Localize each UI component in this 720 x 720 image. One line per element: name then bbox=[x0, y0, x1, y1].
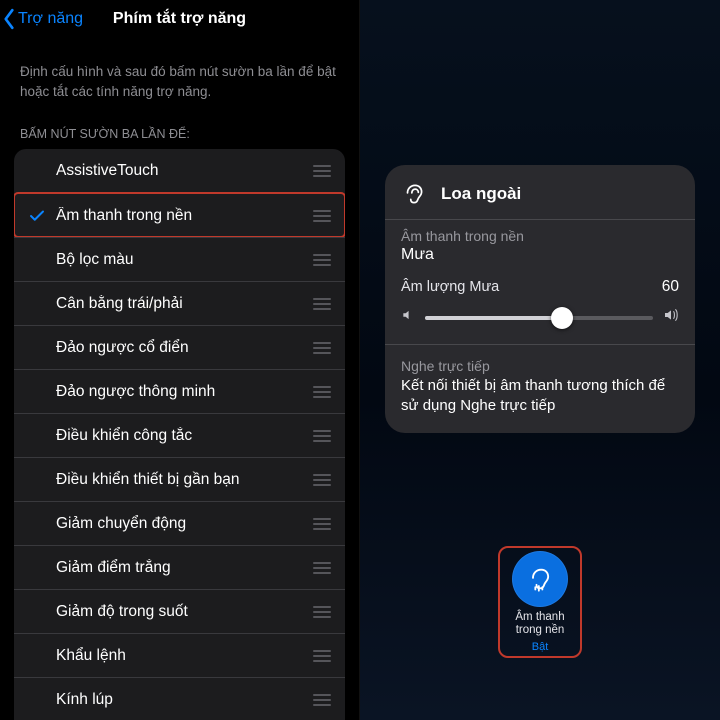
tile-icon-circle bbox=[512, 551, 568, 607]
shortcut-row[interactable]: Đảo ngược cổ điển bbox=[14, 325, 345, 369]
shortcut-row[interactable]: Cân bằng trái/phải bbox=[14, 281, 345, 325]
shortcut-row[interactable]: Điều khiển công tắc bbox=[14, 413, 345, 457]
section-header: BẤM NÚT SƯỜN BA LẦN ĐỂ: bbox=[0, 105, 359, 147]
speaker-low-icon bbox=[401, 308, 415, 327]
slider-track[interactable] bbox=[425, 316, 653, 320]
ear-icon bbox=[401, 179, 431, 209]
reorder-grip-icon[interactable] bbox=[313, 562, 345, 574]
volume-value: 60 bbox=[662, 278, 679, 296]
speaker-high-icon bbox=[663, 307, 679, 328]
row-label: Giảm độ trong suốt bbox=[56, 603, 313, 621]
hearing-card: Loa ngoài Âm thanh trong nền Mưa Âm lượn… bbox=[385, 165, 695, 433]
volume-label: Âm lượng Mưa bbox=[401, 279, 499, 295]
reorder-grip-icon[interactable] bbox=[313, 650, 345, 662]
row-label: Kính lúp bbox=[56, 691, 313, 709]
shortcut-row[interactable]: Khẩu lệnh bbox=[14, 633, 345, 677]
row-label: Bộ lọc màu bbox=[56, 251, 313, 269]
nav-bar: Trợ năng Phím tắt trợ năng bbox=[0, 0, 359, 40]
reorder-grip-icon[interactable] bbox=[313, 694, 345, 706]
row-label: Cân bằng trái/phải bbox=[56, 295, 313, 313]
checkmark-icon bbox=[28, 207, 56, 225]
shortcut-row[interactable]: Bộ lọc màu bbox=[14, 237, 345, 281]
shortcut-row[interactable]: Điều khiển thiết bị gần bạn bbox=[14, 457, 345, 501]
live-listen-label: Nghe trực tiếp bbox=[401, 358, 679, 374]
shortcut-row[interactable]: AssistiveTouch bbox=[14, 149, 345, 193]
background-sound-tile[interactable]: Âm thanh trong nền Bật bbox=[503, 551, 577, 653]
shortcut-row[interactable]: Giảm chuyển động bbox=[14, 501, 345, 545]
page-title: Phím tắt trợ năng bbox=[0, 10, 359, 28]
live-listen-row[interactable]: Nghe trực tiếp Kết nối thiết bị âm thanh… bbox=[401, 358, 679, 417]
shortcut-tile-highlight: Âm thanh trong nền Bật bbox=[498, 546, 582, 658]
volume-row: Âm lượng Mưa 60 bbox=[401, 278, 679, 330]
row-label: Đảo ngược cổ điển bbox=[56, 339, 313, 357]
settings-pane: Trợ năng Phím tắt trợ năng Định cấu hình… bbox=[0, 0, 360, 720]
reorder-grip-icon[interactable] bbox=[313, 386, 345, 398]
reorder-grip-icon[interactable] bbox=[313, 210, 345, 222]
slider-thumb[interactable] bbox=[551, 307, 573, 329]
separator bbox=[385, 344, 695, 345]
row-label: Giảm chuyển động bbox=[56, 515, 313, 533]
shortcut-row[interactable]: Kính lúp bbox=[14, 677, 345, 720]
shortcut-row[interactable]: Giảm điểm trắng bbox=[14, 545, 345, 589]
control-center-pane: Loa ngoài Âm thanh trong nền Mưa Âm lượn… bbox=[360, 0, 720, 720]
row-label: Giảm điểm trắng bbox=[56, 559, 313, 577]
tile-state: Bật bbox=[532, 641, 549, 653]
tile-label: Âm thanh trong nền bbox=[504, 611, 576, 637]
shortcut-list: AssistiveTouch Âm thanh trong nền Bộ lọc m… bbox=[14, 149, 345, 720]
shortcut-row[interactable]: Âm thanh trong nền bbox=[14, 193, 345, 237]
ear-icon bbox=[526, 565, 554, 593]
page-description: Định cấu hình và sau đó bấm nút sườn ba … bbox=[0, 40, 359, 105]
row-label: AssistiveTouch bbox=[56, 162, 313, 180]
reorder-grip-icon[interactable] bbox=[313, 518, 345, 530]
reorder-grip-icon[interactable] bbox=[313, 606, 345, 618]
row-label: Âm thanh trong nền bbox=[56, 207, 313, 225]
bg-sound-row[interactable]: Âm thanh trong nền Mưa bbox=[401, 228, 679, 264]
row-label: Điều khiển công tắc bbox=[56, 427, 313, 445]
reorder-grip-icon[interactable] bbox=[313, 165, 345, 177]
volume-slider[interactable] bbox=[401, 306, 679, 330]
shortcut-row[interactable]: Đảo ngược thông minh bbox=[14, 369, 345, 413]
row-label: Điều khiển thiết bị gần bạn bbox=[56, 471, 313, 489]
reorder-grip-icon[interactable] bbox=[313, 430, 345, 442]
reorder-grip-icon[interactable] bbox=[313, 254, 345, 266]
reorder-grip-icon[interactable] bbox=[313, 298, 345, 310]
slider-fill bbox=[425, 316, 562, 320]
reorder-grip-icon[interactable] bbox=[313, 474, 345, 486]
live-listen-text: Kết nối thiết bị âm thanh tương thích để… bbox=[401, 376, 679, 417]
row-label: Đảo ngược thông minh bbox=[56, 383, 313, 401]
card-header: Loa ngoài bbox=[401, 179, 679, 209]
reorder-grip-icon[interactable] bbox=[313, 342, 345, 354]
card-title: Loa ngoài bbox=[441, 184, 521, 204]
separator bbox=[385, 219, 695, 220]
bg-sound-label: Âm thanh trong nền bbox=[401, 228, 679, 244]
row-label: Khẩu lệnh bbox=[56, 647, 313, 665]
shortcut-row[interactable]: Giảm độ trong suốt bbox=[14, 589, 345, 633]
bg-sound-value: Mưa bbox=[401, 246, 679, 264]
